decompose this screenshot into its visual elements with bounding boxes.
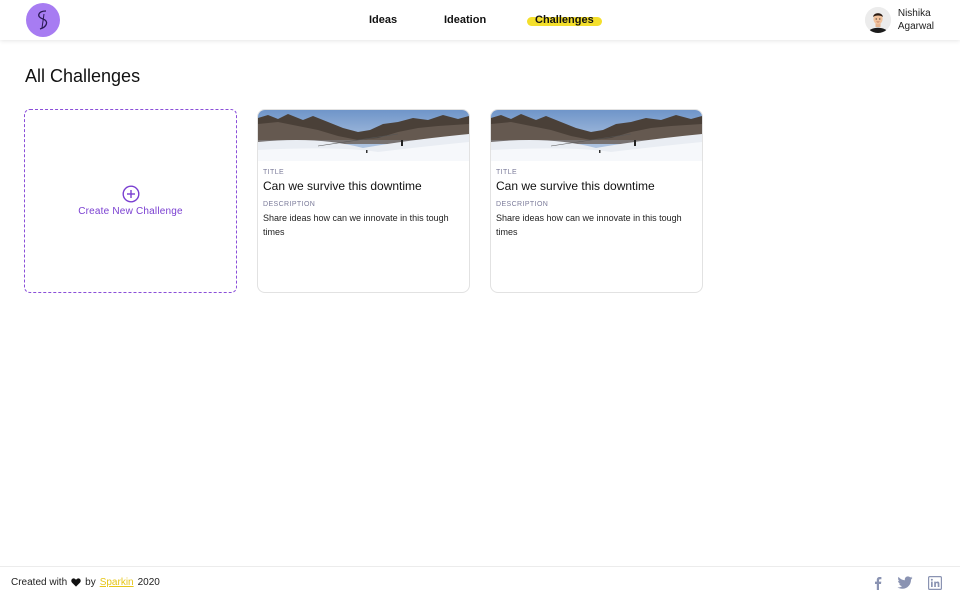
title-caption: TITLE: [263, 169, 285, 176]
title-caption: TITLE: [496, 169, 518, 176]
challenge-card[interactable]: TITLE Can we survive this downtime DESCR…: [490, 109, 703, 293]
description-caption: DESCRIPTION: [496, 201, 549, 208]
top-nav-bar: Ideas Ideation Challenges Nishika Agarwa…: [0, 0, 960, 40]
nav-ideation[interactable]: Ideation: [444, 0, 486, 40]
card-body: TITLE Can we survive this downtime DESCR…: [258, 161, 469, 239]
challenge-title: Can we survive this downtime: [496, 179, 655, 193]
nav-ideas[interactable]: Ideas: [369, 0, 397, 40]
plus-circle-icon: [121, 185, 140, 203]
year-text: 2020: [137, 577, 160, 588]
heart-icon: [71, 578, 81, 587]
page-title: All Challenges: [25, 66, 141, 86]
nav-challenges-label: Challenges: [527, 14, 602, 26]
create-new-challenge-card[interactable]: Create New Challenge: [24, 109, 237, 293]
twitter-icon[interactable]: [897, 576, 913, 590]
app-root: Ideas Ideation Challenges Nishika Agarwa…: [0, 0, 960, 600]
challenge-description: Share ideas how can we innovate in this …: [263, 213, 449, 237]
footer: Created with by Sparkin 2020: [0, 566, 960, 600]
description-caption: DESCRIPTION: [263, 201, 316, 208]
footer-credit: Created with by Sparkin 2020: [11, 577, 160, 588]
nav-ideation-label: Ideation: [444, 14, 487, 26]
user-first-name: Nishika: [897, 8, 931, 19]
linkedin-icon[interactable]: [928, 576, 942, 590]
avatar: [864, 7, 891, 33]
logo-mark-icon: [38, 10, 48, 30]
nav-challenges[interactable]: Challenges: [527, 0, 602, 40]
by-text: by: [85, 577, 96, 588]
challenge-cover-image: [491, 110, 702, 161]
facebook-icon[interactable]: [871, 576, 885, 590]
create-new-challenge-label: Create New Challenge: [78, 206, 183, 217]
card-body: TITLE Can we survive this downtime DESCR…: [491, 161, 702, 239]
brand-link[interactable]: Sparkin: [100, 577, 134, 588]
challenge-cover-image: [258, 110, 469, 161]
user-profile[interactable]: Nishika Agarwal: [864, 6, 934, 34]
user-name: Nishika Agarwal: [898, 7, 934, 33]
created-with-text: Created with: [11, 577, 68, 588]
challenge-title: Can we survive this downtime: [263, 179, 422, 193]
nav-ideas-label: Ideas: [369, 14, 398, 26]
app-logo[interactable]: [26, 3, 60, 37]
challenge-card[interactable]: TITLE Can we survive this downtime DESCR…: [257, 109, 470, 293]
challenge-description: Share ideas how can we innovate in this …: [496, 213, 682, 237]
user-avatar-icon: [864, 7, 891, 33]
user-last-name: Agarwal: [897, 21, 934, 32]
